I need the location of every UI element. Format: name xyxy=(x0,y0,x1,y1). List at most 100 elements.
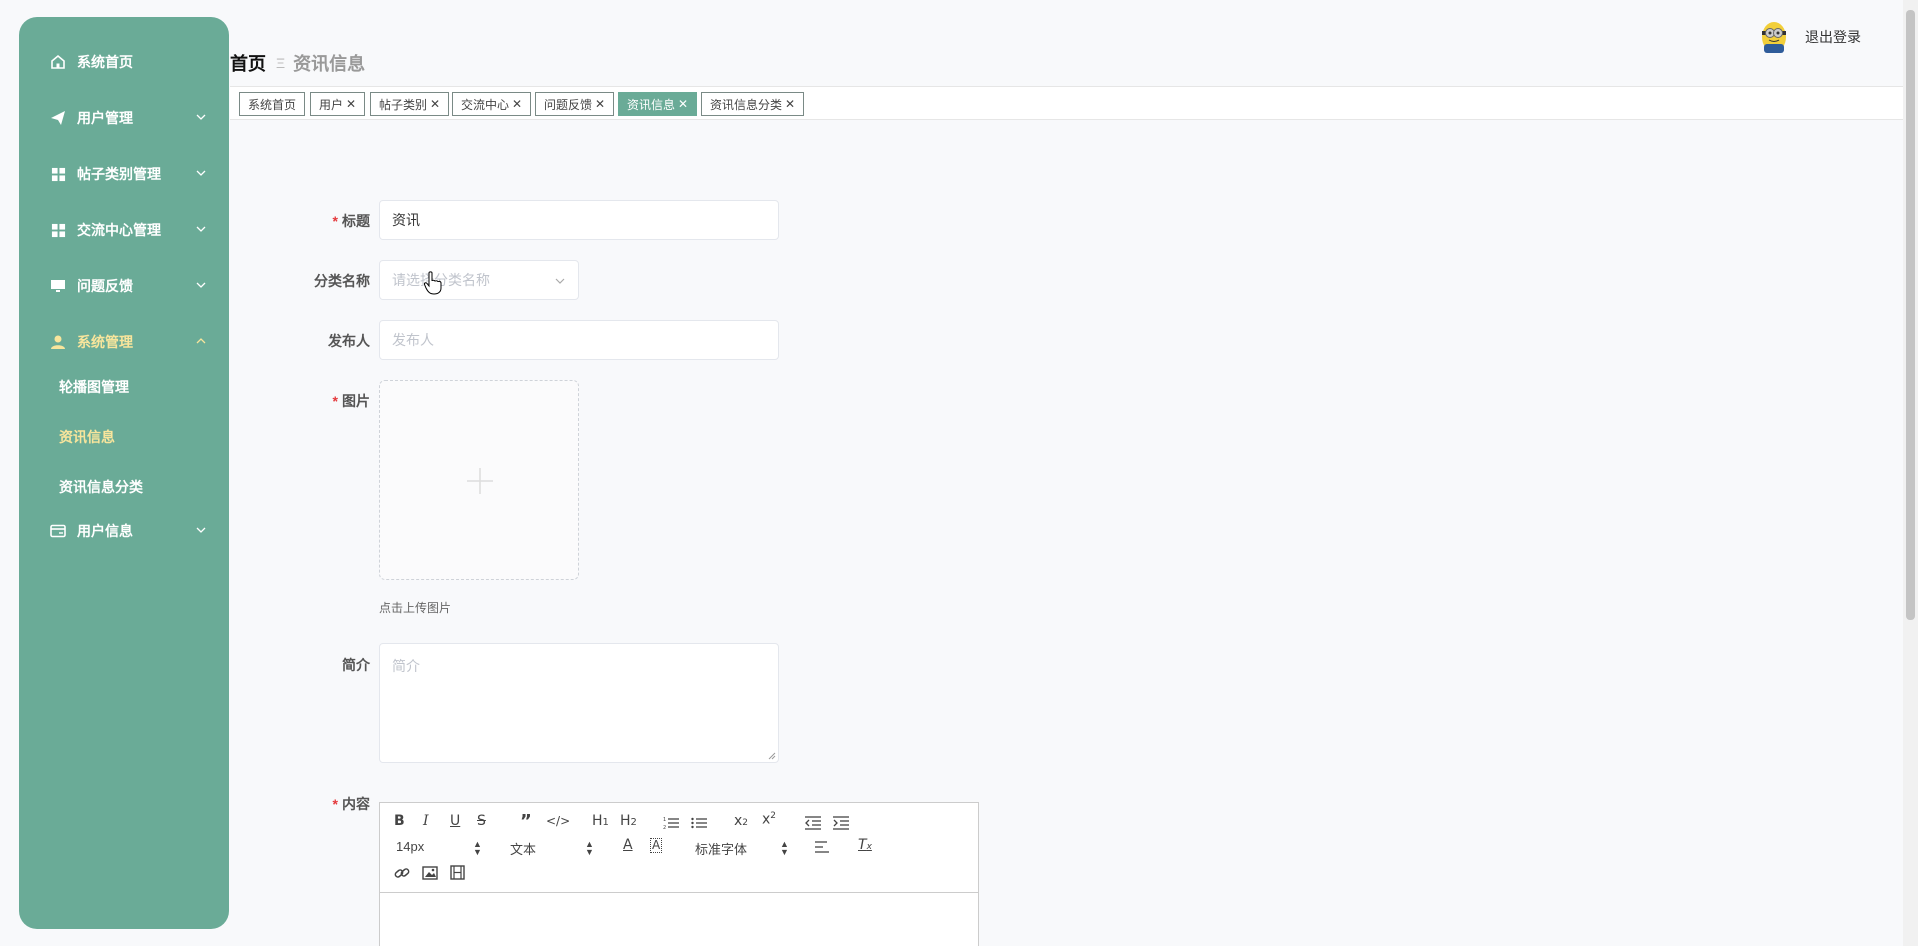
h2-icon[interactable]: H2 xyxy=(620,813,637,829)
tag-label: 资讯信息 xyxy=(627,97,676,112)
strike-icon[interactable]: S xyxy=(477,813,486,829)
breadcrumb-separator: Ξ xyxy=(276,55,286,71)
chevron-down-icon xyxy=(555,278,565,284)
chevron-down-icon xyxy=(196,282,206,288)
bullet-list-icon[interactable] xyxy=(691,816,707,830)
code-icon[interactable]: </> xyxy=(546,814,570,828)
menu-label: 用户管理 xyxy=(77,110,133,126)
indent-icon[interactable] xyxy=(833,816,849,830)
category-select[interactable]: 请选择分类名称 xyxy=(379,260,579,300)
breadcrumb-home[interactable]: 首页 xyxy=(230,50,266,76)
close-icon[interactable]: ✕ xyxy=(430,97,440,111)
hand-cursor-icon xyxy=(423,271,442,295)
scrollbar-thumb[interactable] xyxy=(1906,10,1915,620)
blockquote-icon[interactable]: ” xyxy=(520,811,532,832)
menu-item-system-management[interactable]: 系统管理 xyxy=(19,322,229,362)
publisher-label: 发布人 xyxy=(328,333,370,349)
tags-bar: 系统首页 用户 ✕ 帖子类别 ✕ 交流中心 ✕ 问题反馈 ✕ 资讯信息 ✕ 资讯… xyxy=(230,86,1904,120)
card-icon xyxy=(49,522,67,540)
image-icon[interactable] xyxy=(422,866,438,880)
editor-content-area[interactable] xyxy=(380,893,978,946)
publisher-placeholder: 发布人 xyxy=(392,332,434,348)
header-select[interactable]: 文本 xyxy=(510,839,536,858)
tag-label: 问题反馈 xyxy=(544,97,593,112)
superscript-icon[interactable]: x2 xyxy=(762,811,776,828)
title-label: * 标题 xyxy=(332,213,370,229)
close-icon[interactable]: ✕ xyxy=(512,97,522,111)
send-icon xyxy=(49,109,67,127)
sidebar: 系统首页 用户管理 帖子类别管理 交流中心管理 问题反馈 系统管理 轮播图管理 … xyxy=(19,17,229,929)
tag-feedback[interactable]: 问题反馈 ✕ xyxy=(535,92,615,116)
close-icon[interactable]: ✕ xyxy=(678,97,688,111)
menu-item-user-info[interactable]: 用户信息 xyxy=(19,511,229,551)
svg-text:2: 2 xyxy=(663,825,666,830)
font-size-select[interactable]: 14px xyxy=(396,839,424,854)
menu-label: 交流中心管理 xyxy=(77,222,161,238)
required-mark: * xyxy=(332,796,338,812)
breadcrumb: 首页 Ξ 资讯信息 xyxy=(230,50,365,76)
menu-item-user-management[interactable]: 用户管理 xyxy=(19,98,229,138)
monitor-icon xyxy=(49,277,67,295)
menu-label: 帖子类别管理 xyxy=(77,166,161,182)
svg-text:1: 1 xyxy=(663,817,666,823)
home-icon xyxy=(49,53,67,71)
italic-icon[interactable]: I xyxy=(423,813,429,829)
close-icon[interactable]: ✕ xyxy=(785,97,795,111)
chevron-down-icon xyxy=(196,170,206,176)
logout-button[interactable]: 退出登录 xyxy=(1805,27,1861,47)
image-upload[interactable] xyxy=(379,380,579,580)
intro-placeholder: 简介 xyxy=(392,658,420,674)
h1-icon[interactable]: H1 xyxy=(592,813,609,829)
menu-item-exchange-center[interactable]: 交流中心管理 xyxy=(19,210,229,250)
tag-user[interactable]: 用户 ✕ xyxy=(310,92,366,116)
tag-exchange-center[interactable]: 交流中心 ✕ xyxy=(452,92,532,116)
sidebar-subitem-news[interactable]: 资讯信息 xyxy=(59,427,115,447)
select-arrows-icon: ▲ ▼ xyxy=(473,839,482,857)
content-label: * 内容 xyxy=(332,796,370,812)
title-value: 资讯 xyxy=(392,212,420,228)
chevron-down-icon xyxy=(196,527,206,533)
menu-item-post-category[interactable]: 帖子类别管理 xyxy=(19,154,229,194)
menu-label: 系统管理 xyxy=(77,334,133,350)
sidebar-subitem-carousel[interactable]: 轮播图管理 xyxy=(59,377,129,397)
video-icon[interactable] xyxy=(450,865,465,880)
chevron-up-icon xyxy=(196,338,206,344)
upload-hint: 点击上传图片 xyxy=(379,601,452,615)
close-icon[interactable]: ✕ xyxy=(595,97,605,111)
link-icon[interactable] xyxy=(394,865,410,881)
tag-label: 用户 xyxy=(319,97,344,112)
subscript-icon[interactable]: x2 xyxy=(734,813,748,829)
outdent-icon[interactable] xyxy=(805,816,821,830)
tag-label: 资讯信息分类 xyxy=(710,97,783,112)
bold-icon[interactable]: B xyxy=(394,813,405,829)
background-color-icon[interactable]: A xyxy=(650,838,663,853)
font-family-select[interactable]: 标准字体 xyxy=(695,839,747,858)
tag-news[interactable]: 资讯信息 ✕ xyxy=(618,92,698,116)
align-left-icon[interactable] xyxy=(815,841,831,854)
clear-format-icon[interactable]: Tx xyxy=(858,837,872,853)
select-arrows-icon: ▲ ▼ xyxy=(780,839,789,857)
intro-textarea[interactable]: 简介 xyxy=(379,643,779,763)
tag-news-category[interactable]: 资讯信息分类 ✕ xyxy=(701,92,805,116)
required-mark: * xyxy=(332,393,338,409)
text-color-icon[interactable]: A xyxy=(623,837,633,853)
close-icon[interactable]: ✕ xyxy=(346,97,356,111)
title-input[interactable]: 资讯 xyxy=(379,200,779,240)
menu-item-feedback[interactable]: 问题反馈 xyxy=(19,266,229,306)
tag-label: 交流中心 xyxy=(461,97,510,112)
tag-home[interactable]: 系统首页 xyxy=(239,92,306,116)
menu-label: 用户信息 xyxy=(77,523,133,539)
grid-icon xyxy=(49,221,67,239)
resize-handle-icon[interactable] xyxy=(768,752,776,760)
select-arrows-icon: ▲ ▼ xyxy=(585,839,594,857)
menu-item-home[interactable]: 系统首页 xyxy=(19,42,229,82)
breadcrumb-current: 资讯信息 xyxy=(293,54,366,74)
sidebar-subitem-news-category[interactable]: 资讯信息分类 xyxy=(59,477,143,497)
grid-icon xyxy=(49,165,67,183)
ordered-list-icon[interactable]: 12 xyxy=(663,816,679,830)
tag-post-category[interactable]: 帖子类别 ✕ xyxy=(370,92,450,116)
publisher-input[interactable]: 发布人 xyxy=(379,320,779,360)
avatar[interactable] xyxy=(1759,20,1789,54)
underline-icon[interactable]: U xyxy=(450,813,460,829)
intro-label: 简介 xyxy=(342,657,370,673)
